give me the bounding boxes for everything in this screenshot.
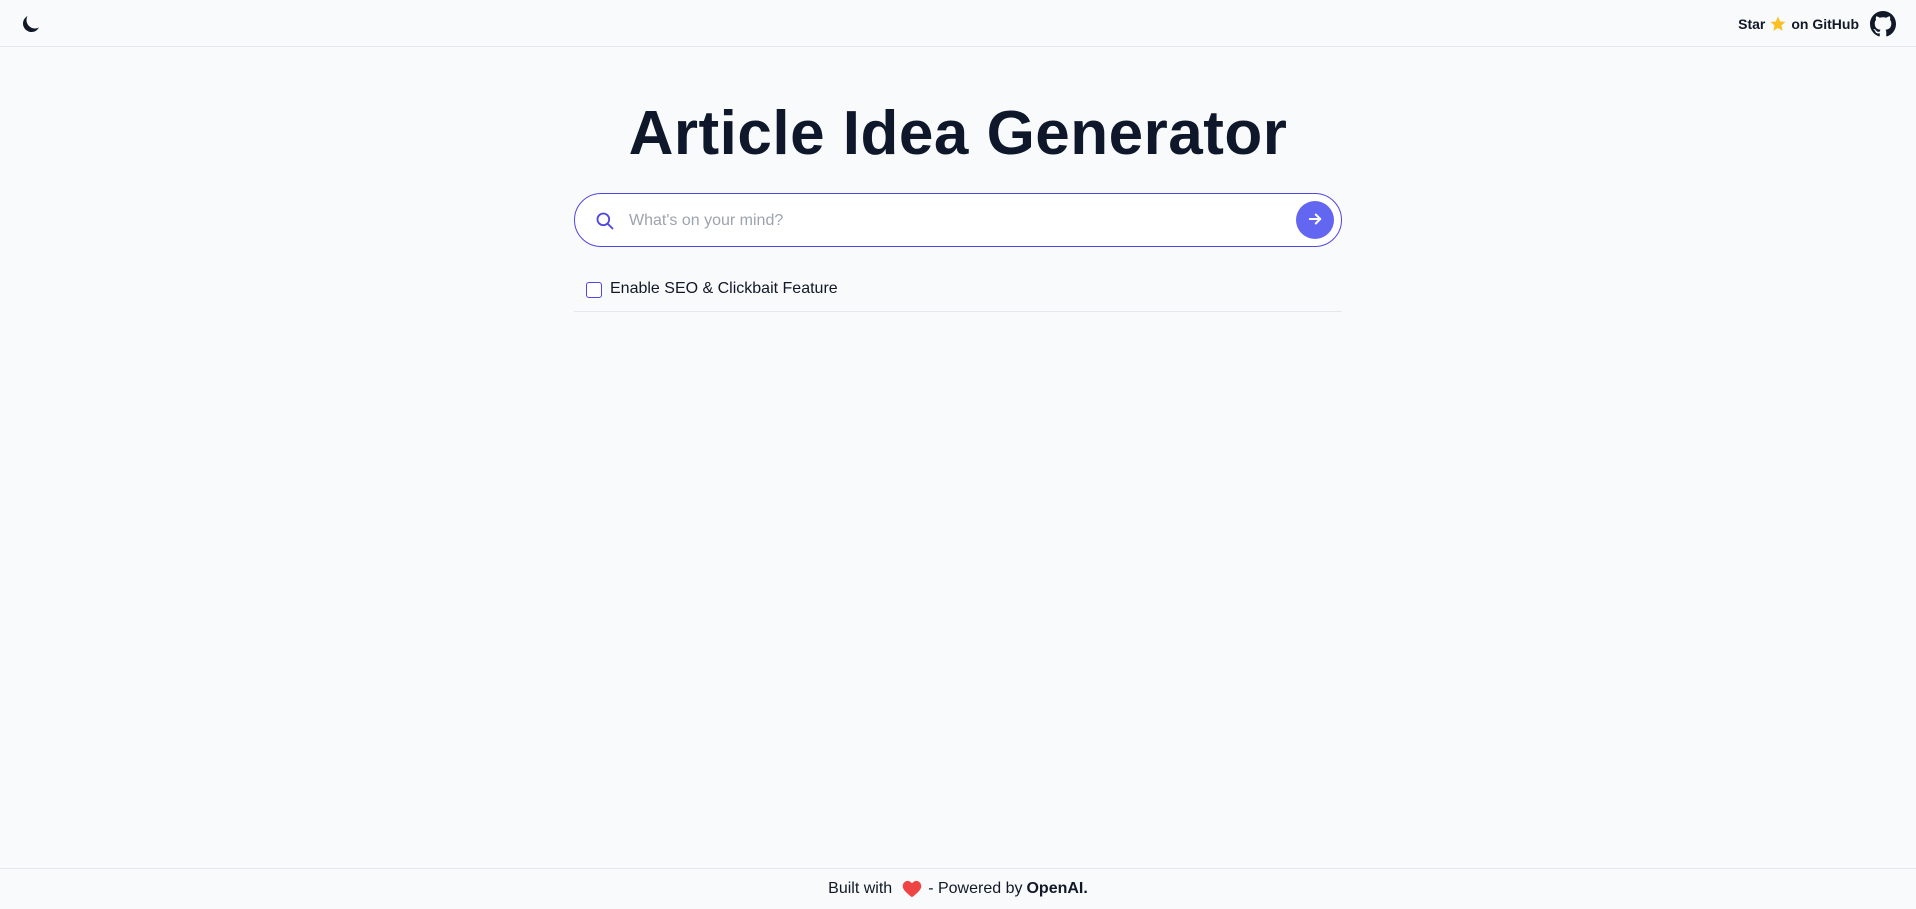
github-icon[interactable] xyxy=(1870,11,1896,37)
seo-option-row: Enable SEO & Clickbait Feature xyxy=(574,276,1342,312)
github-star-suffix: on GitHub xyxy=(1791,16,1859,32)
submit-button[interactable] xyxy=(1296,201,1334,239)
seo-clickbait-checkbox[interactable] xyxy=(586,282,602,298)
github-star-prefix: Star xyxy=(1738,16,1766,32)
seo-clickbait-label[interactable]: Enable SEO & Clickbait Feature xyxy=(610,280,838,298)
heart-icon xyxy=(902,880,922,898)
github-star-link[interactable]: Star on GitHub xyxy=(1738,14,1859,34)
moon-icon[interactable] xyxy=(19,12,43,36)
search-input[interactable] xyxy=(627,204,1271,238)
star-icon xyxy=(1769,15,1787,33)
search-icon xyxy=(595,211,615,231)
built-with-text: Built with xyxy=(828,880,893,897)
top-bar: Star on GitHub xyxy=(0,0,1916,47)
openai-link[interactable]: OpenAI. xyxy=(1026,880,1087,898)
arrow-right-icon xyxy=(1306,210,1324,231)
footer: Built with - Powered by OpenAI. xyxy=(0,868,1916,909)
search-box xyxy=(574,193,1342,247)
page-title: Article Idea Generator xyxy=(628,99,1288,168)
powered-by-text: - Powered by xyxy=(928,880,1023,897)
